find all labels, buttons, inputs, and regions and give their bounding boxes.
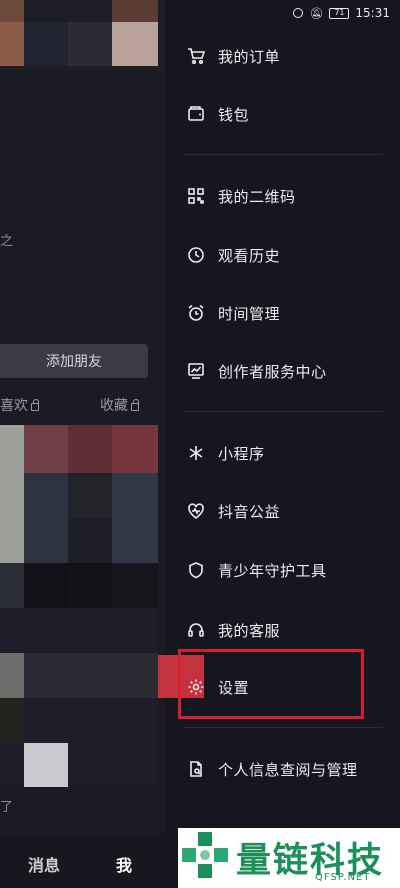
- mosaic-block: [68, 22, 112, 66]
- mosaic-block: [68, 563, 112, 608]
- alarm-icon: [188, 304, 204, 321]
- wallet-icon: [188, 106, 204, 121]
- tab-likes-label: 喜欢: [0, 398, 28, 414]
- menu-item-personal-info[interactable]: 个人信息查阅与管理: [165, 749, 400, 789]
- menu-item-mini-programs[interactable]: 小程序: [165, 433, 400, 473]
- document-icon: [190, 761, 202, 777]
- tab-favorites[interactable]: 收藏: [100, 395, 139, 415]
- asterisk-icon: [189, 446, 203, 460]
- add-friend-button[interactable]: 添加朋友: [0, 344, 148, 378]
- mosaic-block: [0, 698, 24, 743]
- mosaic-block: [112, 22, 158, 66]
- mosaic-block: [0, 0, 24, 22]
- nav-me[interactable]: 我: [116, 852, 132, 876]
- mosaic-block: [0, 22, 24, 66]
- divider: [183, 727, 383, 728]
- shield-icon: [189, 562, 203, 579]
- menu-item-time-management[interactable]: 时间管理: [165, 293, 400, 333]
- qr-code-icon: [188, 188, 204, 204]
- alarm-status-icon: [293, 8, 304, 18]
- mosaic-block: [24, 653, 158, 698]
- nav-messages[interactable]: 消息: [28, 852, 60, 876]
- divider: [183, 154, 383, 155]
- headset-icon: [188, 623, 204, 637]
- menu-item-youth-protection[interactable]: 青少年守护工具: [165, 550, 400, 590]
- menu-item-label: 设置: [218, 678, 250, 697]
- menu-item-label: 我的订单: [218, 47, 281, 66]
- mosaic-block: [112, 473, 158, 563]
- watermark-logo-icon: [182, 832, 228, 878]
- mosaic-block: [24, 563, 68, 608]
- clock-icon: [188, 247, 204, 263]
- chart-icon: [188, 363, 204, 379]
- mosaic-block: [112, 563, 158, 608]
- menu-item-label: 我的客服: [218, 621, 281, 640]
- mosaic-block: [0, 563, 24, 608]
- menu-item-label: 观看历史: [218, 246, 281, 265]
- menu-item-label: 抖音公益: [218, 502, 281, 521]
- menu-item-label: 钱包: [218, 105, 250, 124]
- watermark-subtitle: QFSP.NET: [315, 872, 371, 883]
- tab-likes[interactable]: 喜欢: [0, 395, 39, 415]
- menu-item-creator-center[interactable]: 创作者服务中心: [165, 351, 400, 391]
- menu-item-orders[interactable]: 我的订单: [165, 36, 400, 76]
- mosaic-block: [68, 473, 112, 518]
- bottom-nav: [0, 834, 165, 888]
- tab-favorites-label: 收藏: [100, 398, 128, 414]
- menu-item-wallet[interactable]: 钱包: [165, 94, 400, 134]
- menu-item-charity[interactable]: 抖音公益: [165, 491, 400, 531]
- menu-item-label: 我的二维码: [218, 187, 296, 206]
- menu-item-label: 创作者服务中心: [218, 362, 327, 381]
- menu-item-watch-history[interactable]: 观看历史: [165, 235, 400, 275]
- menu-item-label: 小程序: [218, 444, 265, 463]
- divider: [183, 411, 383, 412]
- mosaic-block: [24, 743, 68, 787]
- status-bar: 🔕︎ 71 15:31: [293, 6, 390, 20]
- gear-icon: [188, 679, 204, 695]
- mosaic-block: [68, 425, 112, 473]
- menu-item-label: 时间管理: [218, 304, 281, 323]
- menu-item-label: 个人信息查阅与管理: [218, 760, 358, 779]
- lock-icon: [131, 398, 139, 411]
- menu-item-qr-code[interactable]: 我的二维码: [165, 176, 400, 216]
- mosaic-block: [112, 0, 158, 22]
- text-fragment: 了: [0, 800, 14, 815]
- mosaic-block: [0, 653, 24, 698]
- lock-icon: [31, 398, 39, 411]
- mute-status-icon: 🔕︎: [309, 6, 324, 20]
- menu-item-label: 青少年守护工具: [218, 561, 327, 580]
- status-time: 15:31: [355, 6, 390, 20]
- heart-icon: [188, 503, 204, 519]
- cart-icon: [188, 48, 205, 65]
- profile-background: 之 添加朋友 喜欢 收藏 了 消息 我: [0, 0, 165, 888]
- battery-indicator: 71: [329, 7, 350, 19]
- mosaic-block: [24, 473, 68, 563]
- mosaic-block: [112, 425, 158, 473]
- menu-item-settings[interactable]: 设置: [165, 667, 400, 707]
- mosaic-block: [24, 425, 68, 473]
- text-fragment: 之: [0, 234, 14, 249]
- menu-item-customer-service[interactable]: 我的客服: [165, 610, 400, 650]
- mosaic-block: [24, 22, 68, 66]
